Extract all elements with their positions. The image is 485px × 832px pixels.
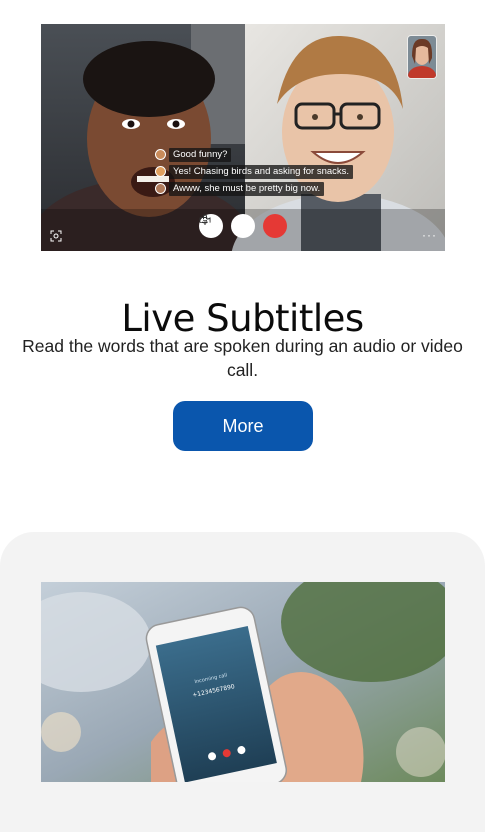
video-call-image: Good funny? Yes! Chasing birds and askin… [41,24,445,251]
video-toggle-button[interactable] [199,214,255,238]
live-subtitles-overlay: Good funny? Yes! Chasing birds and askin… [155,148,355,199]
end-call-icon [200,219,210,223]
self-view-thumbnail[interactable] [407,35,437,79]
phone-scene: Incoming call +1234567890 [41,582,445,782]
more-options-icon: ··· [422,228,437,242]
more-button[interactable]: More [173,401,313,451]
end-call-button[interactable] [200,214,287,238]
screenshot-icon [50,230,62,242]
avatar [155,166,166,177]
call-controls [199,214,287,238]
subtitle-text: Good funny? [169,148,232,162]
subtitle-line: Good funny? [155,148,355,162]
more-options-button[interactable]: ··· [422,228,437,242]
avatar [155,149,166,160]
subtitle-text: Awww, she must be pretty big now. [169,182,325,196]
avatar [155,183,166,194]
subtitle-text: Yes! Chasing birds and asking for snacks… [169,165,354,179]
subtitle-line: Yes! Chasing birds and asking for snacks… [155,165,355,179]
self-view-image [408,36,436,78]
subtitle-line: Awww, she must be pretty big now. [155,182,355,196]
phone-call-image: Incoming call +1234567890 [41,582,445,782]
feature-description: Read the words that are spoken during an… [22,336,463,380]
